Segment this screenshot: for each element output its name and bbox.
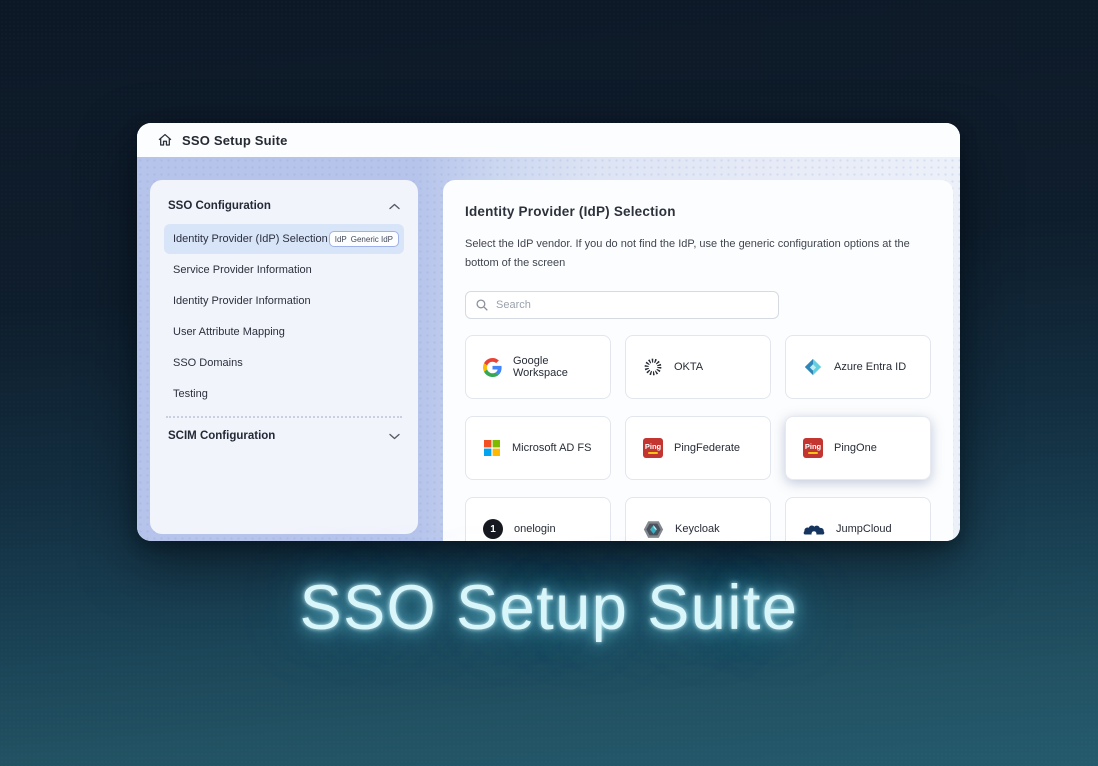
sidebar-section-sso-configuration[interactable]: SSO Configuration <box>164 198 404 224</box>
azure-entra-logo-icon <box>803 357 823 377</box>
main-content-panel: Identity Provider (IdP) Selection Select… <box>443 180 953 541</box>
provider-card-pingone[interactable]: Ping PingOne <box>785 416 931 480</box>
provider-name: PingFederate <box>674 442 740 454</box>
provider-name: Microsoft AD FS <box>512 442 591 454</box>
ping-logo-icon: Ping <box>803 438 823 458</box>
okta-logo-icon <box>643 357 663 377</box>
badge-label: Generic IdP <box>351 235 393 244</box>
keycloak-logo-icon <box>643 520 664 539</box>
google-logo-icon <box>483 358 502 377</box>
provider-card-azure-entra-id[interactable]: Azure Entra ID <box>785 335 931 399</box>
sso-setup-window: SSO Setup Suite SSO Configuration Identi… <box>137 123 960 541</box>
provider-card-google-workspace[interactable]: Google Workspace <box>465 335 611 399</box>
generic-idp-badge: IdP Generic IdP <box>329 231 399 247</box>
sidebar-item-idp-selection[interactable]: Identity Provider (IdP) Selection IdP Ge… <box>164 224 404 254</box>
provider-name: JumpCloud <box>836 523 892 535</box>
provider-name: PingOne <box>834 442 877 454</box>
window-header: SSO Setup Suite <box>137 123 960 157</box>
provider-name: Keycloak <box>675 523 720 535</box>
provider-name: OKTA <box>674 361 703 373</box>
provider-grid: Google Workspace OKTA <box>465 335 931 541</box>
onelogin-digit: 1 <box>490 524 496 535</box>
sidebar-section-scim-configuration[interactable]: SCIM Configuration <box>164 422 404 454</box>
page-description: Select the IdP vendor. If you do not fin… <box>465 235 931 272</box>
provider-name: Google Workspace <box>513 355 600 379</box>
sidebar-item-identity-provider-information[interactable]: Identity Provider Information <box>164 285 404 316</box>
provider-card-okta[interactable]: OKTA <box>625 335 771 399</box>
page-title: Identity Provider (IdP) Selection <box>465 204 931 219</box>
ping-logo-icon: Ping <box>643 438 663 458</box>
jumpcloud-logo-icon <box>803 522 825 536</box>
ping-logo-underline <box>648 452 658 454</box>
provider-card-keycloak[interactable]: Keycloak <box>625 497 771 541</box>
ping-logo-text: Ping <box>645 443 661 451</box>
provider-card-microsoft-ad-fs[interactable]: Microsoft AD FS <box>465 416 611 480</box>
sidebar-item-sso-domains[interactable]: SSO Domains <box>164 347 404 378</box>
window-body: SSO Configuration Identity Provider (IdP… <box>137 157 960 541</box>
section-label: SCIM Configuration <box>168 430 275 442</box>
onelogin-logo-icon: 1 <box>483 519 503 539</box>
sidebar-item-service-provider-information[interactable]: Service Provider Information <box>164 254 404 285</box>
sidebar: SSO Configuration Identity Provider (IdP… <box>150 180 418 534</box>
sidebar-item-label: Identity Provider (IdP) Selection <box>173 233 328 245</box>
microsoft-logo-icon <box>483 439 501 457</box>
provider-search <box>465 291 779 319</box>
sidebar-item-user-attribute-mapping[interactable]: User Attribute Mapping <box>164 316 404 347</box>
chevron-down-icon <box>389 433 400 440</box>
home-icon[interactable] <box>157 132 173 148</box>
search-input[interactable] <box>496 299 769 311</box>
provider-card-onelogin[interactable]: 1 onelogin <box>465 497 611 541</box>
badge-prefix: IdP <box>335 235 347 244</box>
provider-name: Azure Entra ID <box>834 361 906 373</box>
sidebar-item-testing[interactable]: Testing <box>164 378 404 409</box>
provider-name: onelogin <box>514 523 556 535</box>
neon-title: SSO Setup Suite <box>0 572 1098 644</box>
sidebar-divider <box>166 416 402 418</box>
chevron-up-icon <box>389 203 400 210</box>
app-title: SSO Setup Suite <box>182 133 288 148</box>
provider-card-jumpcloud[interactable]: JumpCloud <box>785 497 931 541</box>
ping-logo-underline <box>808 452 818 454</box>
search-icon <box>475 298 489 312</box>
provider-card-pingfederate[interactable]: Ping PingFederate <box>625 416 771 480</box>
ping-logo-text: Ping <box>805 443 821 451</box>
section-label: SSO Configuration <box>168 200 271 212</box>
